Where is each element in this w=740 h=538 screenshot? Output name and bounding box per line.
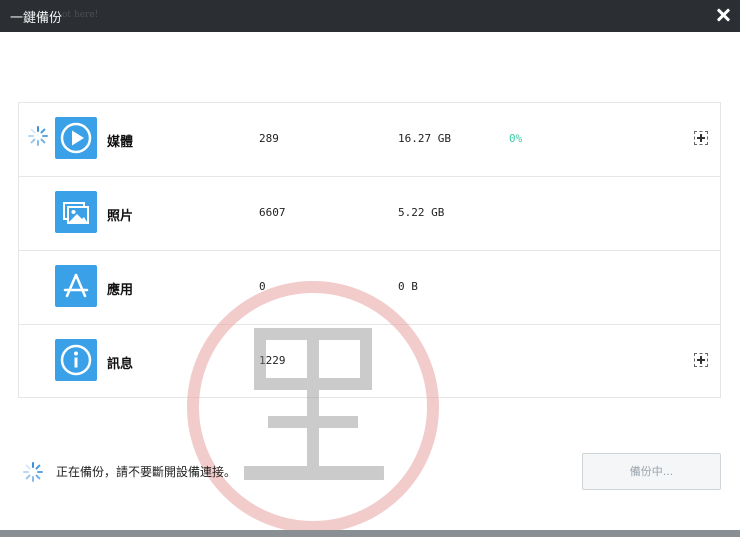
- item-count: 289: [259, 132, 279, 145]
- close-icon[interactable]: [714, 6, 732, 24]
- play-icon: [55, 117, 97, 159]
- item-size: 0 B: [398, 280, 418, 293]
- category-name: 應用: [107, 283, 134, 298]
- expand-plus-icon[interactable]: [694, 131, 708, 145]
- bottom-bar: [0, 530, 740, 537]
- item-size: 5.22 GB: [398, 206, 445, 219]
- item-size: 16.27 GB: [398, 132, 451, 145]
- category-row-photos: 照片 6607 5.22 GB: [19, 177, 720, 251]
- category-row-messages: 訊息 1229: [19, 325, 720, 399]
- status-message: 正在備份，請不要斷開設備連接。: [56, 465, 237, 479]
- window-title: 一鍵備份: [10, 11, 63, 26]
- expand-plus-icon[interactable]: [694, 353, 708, 367]
- category-name: 照片: [107, 209, 134, 224]
- backup-progress: 0%: [509, 132, 523, 145]
- backup-category-table: 媒體 289 16.27 GB 0% 照片 6607 5.22 GB 應用 0 …: [18, 102, 721, 398]
- item-count: 0: [259, 280, 266, 293]
- item-count: 6607: [259, 206, 286, 219]
- category-name: 訊息: [107, 357, 134, 372]
- app-store-icon: [55, 265, 97, 307]
- category-row-apps: 應用 0 0 B: [19, 251, 720, 325]
- photo-icon: [55, 191, 97, 233]
- ghost-text: ot here!: [62, 10, 99, 20]
- category-name: 媒體: [107, 135, 134, 150]
- title-bar: 一鍵備份 ot here!: [0, 0, 740, 32]
- item-count: 1229: [259, 354, 286, 367]
- category-row-media: 媒體 289 16.27 GB 0%: [19, 103, 720, 177]
- loading-spinner-icon: [28, 126, 48, 146]
- backup-button[interactable]: 備份中...: [582, 453, 721, 490]
- status-spinner-icon: [23, 462, 43, 482]
- info-icon: [55, 339, 97, 381]
